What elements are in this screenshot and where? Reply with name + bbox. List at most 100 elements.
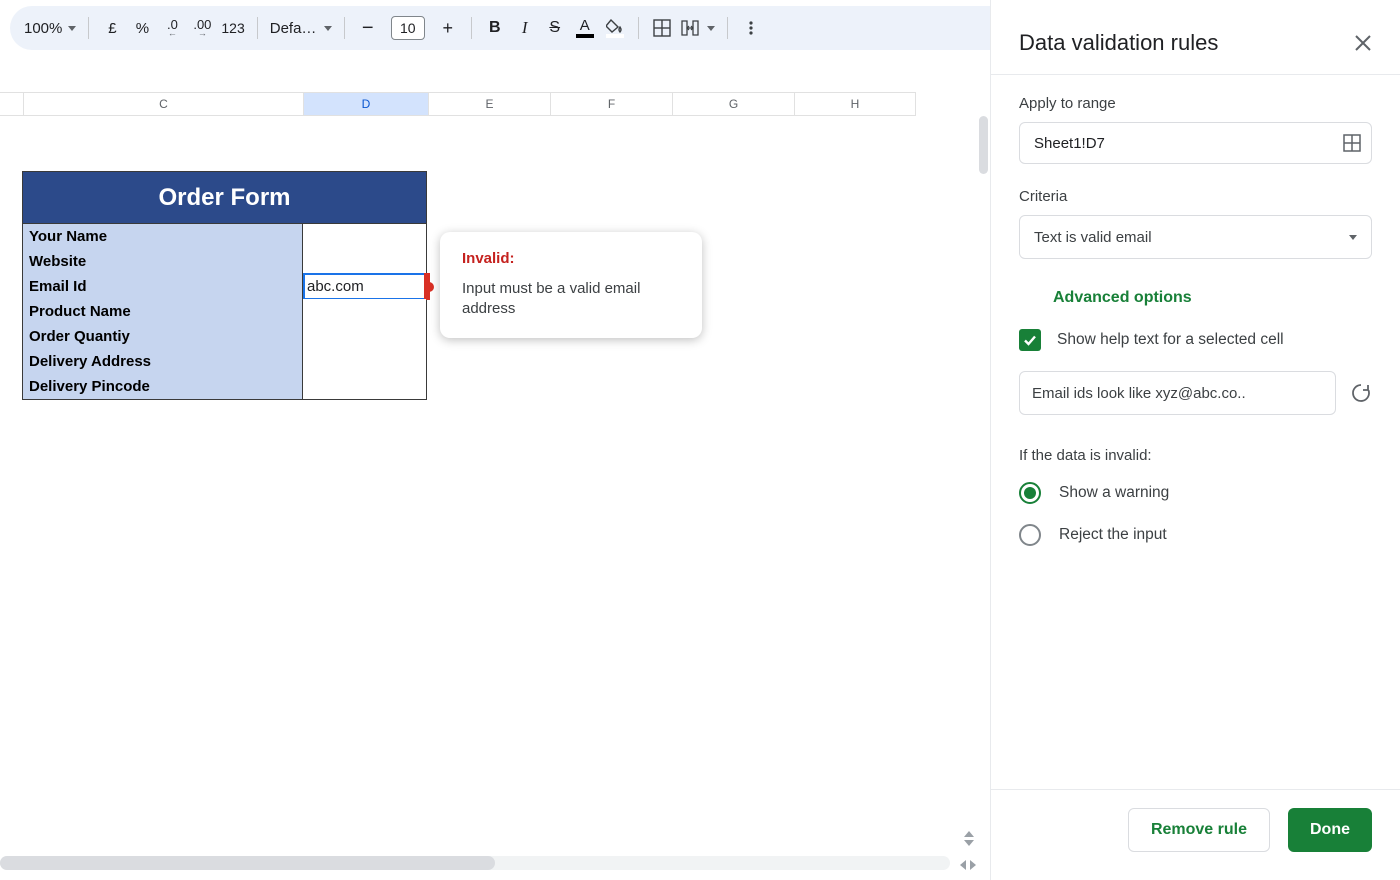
- separator: [344, 17, 345, 39]
- radio-button-unselected[interactable]: [1019, 524, 1041, 546]
- form-value-cell[interactable]: [303, 349, 426, 374]
- remove-rule-button[interactable]: Remove rule: [1128, 808, 1270, 852]
- form-label[interactable]: Delivery Pincode: [23, 374, 303, 399]
- column-header-label: D: [362, 97, 371, 111]
- close-panel-button[interactable]: [1354, 34, 1372, 52]
- advanced-options-header[interactable]: Advanced options: [1053, 289, 1372, 307]
- column-header-row: C D E F G H: [0, 92, 916, 116]
- more-formats-button[interactable]: 123: [217, 13, 248, 43]
- column-header-d[interactable]: D: [304, 93, 429, 115]
- arrow-right-icon: →: [198, 29, 207, 38]
- form-label[interactable]: Website: [23, 249, 303, 274]
- separator: [727, 17, 728, 39]
- criteria-value: Text is valid email: [1034, 229, 1152, 246]
- decrease-font-size-button[interactable]: −: [353, 13, 383, 43]
- form-label[interactable]: Delivery Address: [23, 349, 303, 374]
- form-label[interactable]: Email Id: [23, 274, 303, 299]
- separator: [257, 17, 258, 39]
- apply-to-range-label: Apply to range: [1019, 95, 1372, 112]
- decrease-decimal-button[interactable]: .0 ←: [157, 13, 187, 43]
- column-header-h[interactable]: H: [795, 93, 916, 115]
- select-range-button[interactable]: [1343, 134, 1361, 152]
- grid-body[interactable]: Order Form Your Name Website Email Id ab…: [0, 116, 978, 840]
- form-label[interactable]: Product Name: [23, 299, 303, 324]
- column-header-c[interactable]: C: [24, 93, 304, 115]
- borders-icon: [653, 19, 671, 37]
- scroll-up-icon: [964, 831, 974, 837]
- more-toolbar-button[interactable]: [736, 13, 766, 43]
- column-header-label: C: [159, 97, 168, 111]
- tooltip-title: Invalid:: [462, 250, 680, 267]
- column-header-label: E: [485, 97, 493, 111]
- help-text-input[interactable]: Email ids look like xyz@abc.co..: [1019, 371, 1336, 415]
- form-row: Delivery Address: [23, 349, 426, 374]
- data-validation-panel: Data validation rules Apply to range Cri…: [990, 0, 1400, 880]
- caret-down-icon: [1349, 235, 1357, 240]
- radio-button-selected[interactable]: [1019, 482, 1041, 504]
- form-value-cell[interactable]: [303, 224, 426, 249]
- form-row: Delivery Pincode: [23, 374, 426, 399]
- arrow-left-icon: ←: [168, 29, 177, 38]
- form-value-cell[interactable]: [303, 299, 426, 324]
- column-header-label: H: [851, 97, 860, 111]
- done-button[interactable]: Done: [1288, 808, 1372, 852]
- increase-font-size-button[interactable]: +: [433, 13, 463, 43]
- font-family-dropdown[interactable]: Defaul...: [266, 13, 336, 43]
- text-color-button[interactable]: A: [570, 13, 600, 43]
- zoom-dropdown[interactable]: 100%: [20, 13, 80, 43]
- font-size-input[interactable]: [391, 16, 425, 40]
- radio-label: Reject the input: [1059, 526, 1167, 544]
- scroll-left-icon: [960, 860, 966, 870]
- text-color-swatch: [576, 34, 594, 38]
- italic-button[interactable]: I: [510, 13, 540, 43]
- horizontal-scrollbar-thumb[interactable]: [0, 856, 495, 870]
- tooltip-message: Input must be a valid email address: [462, 279, 680, 320]
- order-form-table: Order Form Your Name Website Email Id ab…: [22, 171, 427, 400]
- apply-to-range-input[interactable]: [1032, 134, 1343, 153]
- radio-reject-input[interactable]: Reject the input: [1019, 524, 1372, 546]
- form-value-cell[interactable]: [303, 374, 426, 399]
- vertical-scrollbar[interactable]: [979, 116, 988, 174]
- horizontal-scroll-arrows[interactable]: [960, 860, 976, 870]
- format-currency-button[interactable]: £: [97, 13, 127, 43]
- strikethrough-button[interactable]: S: [540, 13, 570, 43]
- bold-button[interactable]: B: [480, 13, 510, 43]
- format-percent-button[interactable]: %: [127, 13, 157, 43]
- separator: [471, 17, 472, 39]
- invalid-marker-handle: [424, 282, 434, 292]
- check-icon: [1022, 332, 1038, 348]
- font-family-label: Defaul...: [270, 20, 318, 37]
- fill-color-button[interactable]: [600, 13, 630, 43]
- criteria-label: Criteria: [1019, 188, 1372, 205]
- show-help-text-checkbox-row[interactable]: Show help text for a selected cell: [1019, 329, 1372, 351]
- separator: [638, 17, 639, 39]
- column-header-f[interactable]: F: [551, 93, 673, 115]
- form-row: Product Name: [23, 299, 426, 324]
- reset-help-text-button[interactable]: [1350, 382, 1372, 404]
- radio-show-warning[interactable]: Show a warning: [1019, 482, 1372, 504]
- caret-down-icon: [707, 26, 715, 31]
- increase-decimal-button[interactable]: .00 →: [187, 13, 217, 43]
- checkbox-checked[interactable]: [1019, 329, 1041, 351]
- form-value-cell[interactable]: [303, 324, 426, 349]
- column-header-e[interactable]: E: [429, 93, 551, 115]
- radio-label: Show a warning: [1059, 484, 1169, 502]
- apply-to-range-input-wrapper[interactable]: [1019, 122, 1372, 164]
- grid-icon: [1343, 134, 1361, 152]
- remove-rule-label: Remove rule: [1151, 821, 1247, 839]
- column-header-g[interactable]: G: [673, 93, 795, 115]
- form-label[interactable]: Order Quantiy: [23, 324, 303, 349]
- invalid-data-section-label: If the data is invalid:: [1019, 447, 1372, 464]
- form-label[interactable]: Your Name: [23, 224, 303, 249]
- form-value-cell[interactable]: [303, 249, 426, 274]
- zoom-value: 100%: [24, 20, 62, 37]
- row-header-corner[interactable]: [0, 93, 24, 115]
- vertical-scroll-arrows[interactable]: [964, 831, 974, 846]
- form-value-cell-email[interactable]: abc.com: [303, 274, 426, 299]
- borders-button[interactable]: [647, 13, 677, 43]
- radio-dot-icon: [1024, 487, 1036, 499]
- criteria-dropdown[interactable]: Text is valid email: [1019, 215, 1372, 259]
- merge-cells-button[interactable]: [677, 13, 719, 43]
- show-help-text-label: Show help text for a selected cell: [1057, 331, 1284, 349]
- close-icon: [1354, 34, 1372, 52]
